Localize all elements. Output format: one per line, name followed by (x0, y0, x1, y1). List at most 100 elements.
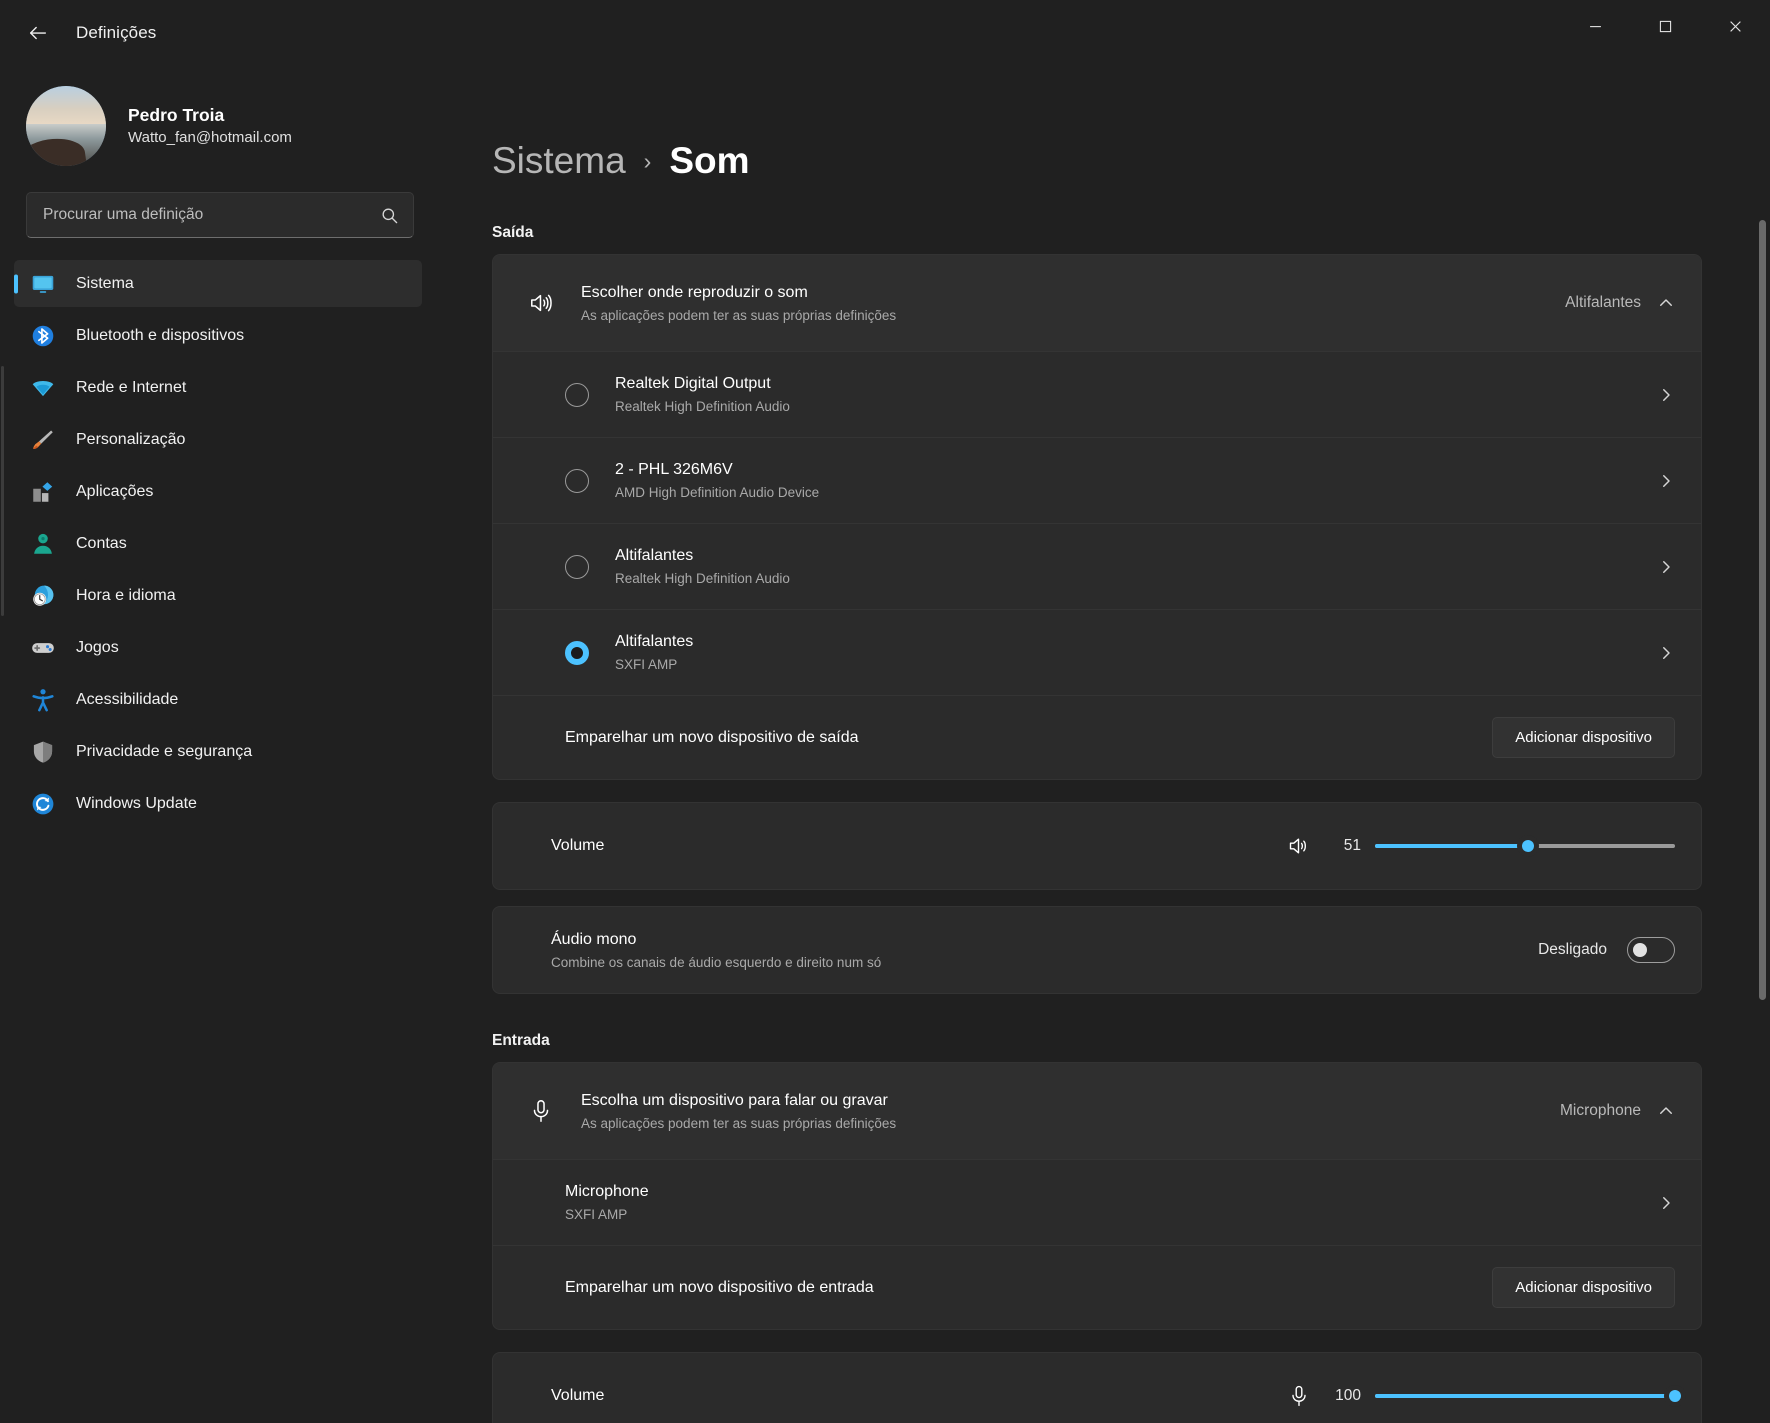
output-device-row-selected[interactable]: Altifalantes SXFI AMP (493, 609, 1701, 695)
section-label-input: Entrada (492, 1032, 1702, 1050)
scrollbar-thumb[interactable] (1759, 220, 1766, 1000)
radio-button[interactable] (565, 383, 589, 407)
input-volume-slider[interactable] (1375, 1383, 1675, 1409)
mono-audio-subtitle: Combine os canais de áudio esquerdo e di… (551, 953, 1538, 973)
device-name: 2 - PHL 326M6V (615, 458, 1657, 481)
chevron-up-icon[interactable] (1657, 294, 1675, 312)
device-sub: SXFI AMP (565, 1205, 1657, 1225)
sidebar-item-rede-e-internet[interactable]: Rede e Internet (14, 364, 422, 411)
content-scrollbar[interactable] (1759, 140, 1766, 1413)
monitor-icon (28, 269, 58, 299)
page-title: Som (669, 140, 749, 182)
sidebar-scrollbar[interactable] (1, 366, 4, 616)
sidebar-item-label: Jogos (76, 639, 119, 657)
back-button[interactable] (16, 11, 60, 55)
output-chooser-row[interactable]: Escolher onde reproduzir o som As aplica… (493, 255, 1701, 351)
speaker-icon (1287, 834, 1311, 858)
input-volume-label: Volume (519, 1384, 604, 1407)
section-label-output: Saída (492, 224, 1702, 242)
output-chooser-value: Altifalantes (1565, 294, 1657, 312)
bluetooth-icon (28, 321, 58, 351)
radio-button[interactable] (565, 555, 589, 579)
chevron-right-icon[interactable] (1657, 472, 1675, 490)
speaker-icon (519, 290, 563, 316)
close-button[interactable] (1700, 0, 1770, 52)
microphone-icon (1287, 1384, 1311, 1408)
output-volume-row: Volume 51 (493, 803, 1701, 889)
clock-globe-icon (28, 581, 58, 611)
mono-audio-toggle[interactable] (1627, 937, 1675, 963)
input-chooser-subtitle: As aplicações podem ter as suas próprias… (581, 1114, 1560, 1134)
output-volume-value: 51 (1325, 837, 1361, 855)
radio-button[interactable] (565, 469, 589, 493)
chevron-right-icon[interactable] (1657, 644, 1675, 662)
sidebar-item-jogos[interactable]: Jogos (14, 624, 422, 671)
apps-icon (28, 477, 58, 507)
sidebar-item-label: Bluetooth e dispositivos (76, 327, 244, 345)
input-device-row[interactable]: Microphone SXFI AMP (493, 1159, 1701, 1245)
sidebar-item-label: Hora e idioma (76, 587, 176, 605)
slider-thumb[interactable] (1664, 1385, 1686, 1407)
chevron-right-icon[interactable] (1657, 386, 1675, 404)
add-output-device-button[interactable]: Adicionar dispositivo (1492, 717, 1675, 758)
sidebar-item-contas[interactable]: Contas (14, 520, 422, 567)
sidebar-item-label: Windows Update (76, 795, 197, 813)
sidebar-item-sistema[interactable]: Sistema (14, 260, 422, 307)
breadcrumb-parent[interactable]: Sistema (492, 140, 626, 182)
sidebar-item-label: Privacidade e segurança (76, 743, 252, 761)
sidebar-item-privacidade-e-seguranca[interactable]: Privacidade e segurança (14, 728, 422, 775)
input-chooser-title: Escolha um dispositivo para falar ou gra… (581, 1089, 1560, 1112)
chevron-right-icon[interactable] (1657, 558, 1675, 576)
device-sub: SXFI AMP (615, 655, 1657, 675)
minimize-icon (1589, 20, 1602, 33)
maximize-button[interactable] (1630, 0, 1700, 52)
search-box[interactable] (26, 192, 414, 238)
breadcrumb: Sistema › Som (492, 140, 1702, 182)
device-name: Microphone (565, 1180, 1657, 1203)
device-sub: AMD High Definition Audio Device (615, 483, 1657, 503)
profile-section[interactable]: Pedro Troia Watto_fan@hotmail.com (0, 66, 442, 192)
window-controls (1560, 0, 1770, 66)
mono-audio-card: Áudio mono Combine os canais de áudio es… (492, 906, 1702, 994)
minimize-button[interactable] (1560, 0, 1630, 52)
input-pair-row: Emparelhar um novo dispositivo de entrad… (493, 1245, 1701, 1329)
slider-fill (1375, 844, 1528, 848)
search-input[interactable] (43, 206, 380, 224)
sidebar: Pedro Troia Watto_fan@hotmail.com (0, 66, 442, 1423)
avatar (26, 86, 106, 166)
sidebar-item-windows-update[interactable]: Windows Update (14, 780, 422, 827)
sidebar-item-personalizacao[interactable]: Personalização (14, 416, 422, 463)
sidebar-item-hora-e-idioma[interactable]: Hora e idioma (14, 572, 422, 619)
sidebar-item-label: Sistema (76, 275, 134, 293)
sidebar-item-bluetooth-e-dispositivos[interactable]: Bluetooth e dispositivos (14, 312, 422, 359)
app-title: Definições (76, 23, 156, 43)
output-volume-label: Volume (519, 834, 604, 857)
add-input-device-button[interactable]: Adicionar dispositivo (1492, 1267, 1675, 1308)
chevron-right-icon[interactable] (1657, 1194, 1675, 1212)
slider-thumb[interactable] (1517, 835, 1539, 857)
output-device-row[interactable]: Altifalantes Realtek High Definition Aud… (493, 523, 1701, 609)
mono-audio-state-label: Desligado (1538, 941, 1607, 959)
profile-name: Pedro Troia (128, 104, 292, 128)
output-volume-slider[interactable] (1375, 833, 1675, 859)
paintbrush-icon (28, 425, 58, 455)
input-chooser-row[interactable]: Escolha um dispositivo para falar ou gra… (493, 1063, 1701, 1159)
sidebar-nav: Sistema Bluetooth e dispositivos (0, 260, 442, 827)
sidebar-item-acessibilidade[interactable]: Acessibilidade (14, 676, 422, 723)
search-icon (380, 206, 399, 225)
sidebar-item-aplicacoes[interactable]: Aplicações (14, 468, 422, 515)
input-volume-row: Volume 100 (493, 1353, 1701, 1423)
output-device-row[interactable]: Realtek Digital Output Realtek High Defi… (493, 351, 1701, 437)
sidebar-item-label: Rede e Internet (76, 379, 186, 397)
person-icon (28, 529, 58, 559)
sidebar-item-label: Contas (76, 535, 127, 553)
output-chooser-subtitle: As aplicações podem ter as suas próprias… (581, 306, 1565, 326)
microphone-icon (519, 1098, 563, 1124)
radio-button-selected[interactable] (565, 641, 589, 665)
output-device-row[interactable]: 2 - PHL 326M6V AMD High Definition Audio… (493, 437, 1701, 523)
sidebar-item-label: Aplicações (76, 483, 153, 501)
shield-icon (28, 737, 58, 767)
chevron-up-icon[interactable] (1657, 1102, 1675, 1120)
mono-audio-row: Áudio mono Combine os canais de áudio es… (493, 907, 1701, 993)
back-arrow-icon (27, 22, 49, 44)
